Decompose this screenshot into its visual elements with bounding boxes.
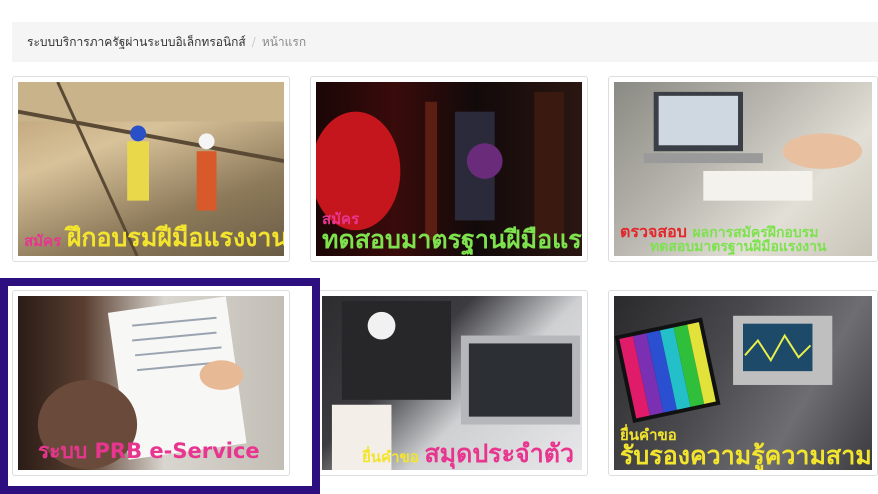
tile-caption: ตรวจสอบ ผลการสมัครฝึกอบรม ทดสอบมาตรฐานฝี… [620,222,827,255]
construction-photo: สมัคร ฝึกอบรมฝีมือแรงงาน [18,82,284,256]
tile-competency-certification-request[interactable]: ยื่นคำขอ รับรองความรู้ความสามารถ [608,290,878,476]
tile-check-results[interactable]: ตรวจสอบ ผลการสมัครฝึกอบรม ทดสอบมาตรฐานฝี… [608,76,878,262]
form-filling-photo: ระบบ PRB e-Service [18,296,284,470]
tile-caption: ยื่นคำขอ รับรองความรู้ความสามารถ [620,426,872,470]
laptop-photo: ตรวจสอบ ผลการสมัครฝึกอบรม ทดสอบมาตรฐานฝี… [614,82,872,256]
tile-standard-test-registration[interactable]: สมัคร ทดสอบมาตรฐานฝีมือแรงงาน [310,76,588,262]
electronics-lab-photo: ยื่นคำขอ รับรองความรู้ความสามารถ [614,296,872,470]
tile-caption: สมัคร ฝึกอบรมฝีมือแรงงาน [24,223,284,252]
welding-photo: สมัคร ทดสอบมาตรฐานฝีมือแรงงาน [316,82,582,256]
breadcrumb-home-link[interactable]: ระบบบริการภาครัฐผ่านระบบอิเล็กทรอนิกส์ [27,33,246,52]
tile-caption: สมัคร ทดสอบมาตรฐานฝีมือแรงงาน [322,210,582,254]
tile-id-booklet-request[interactable]: ยื่นคำขอ สมุดประจำตัว [316,290,588,476]
tile-caption: ระบบ PRB e-Service [38,439,260,463]
tile-training-registration[interactable]: สมัคร ฝึกอบรมฝีมือแรงงาน [12,76,290,262]
breadcrumb: ระบบบริการภาครัฐผ่านระบบอิเล็กทรอนิกส์ /… [12,22,878,62]
desk-notebook-photo: ยื่นคำขอ สมุดประจำตัว [322,296,582,470]
tile-caption: ยื่นคำขอ สมุดประจำตัว [362,439,575,468]
breadcrumb-current: หน้าแรก [261,34,307,49]
tile-prb-e-service[interactable]: ระบบ PRB e-Service [12,290,290,476]
breadcrumb-separator: / [251,35,256,49]
